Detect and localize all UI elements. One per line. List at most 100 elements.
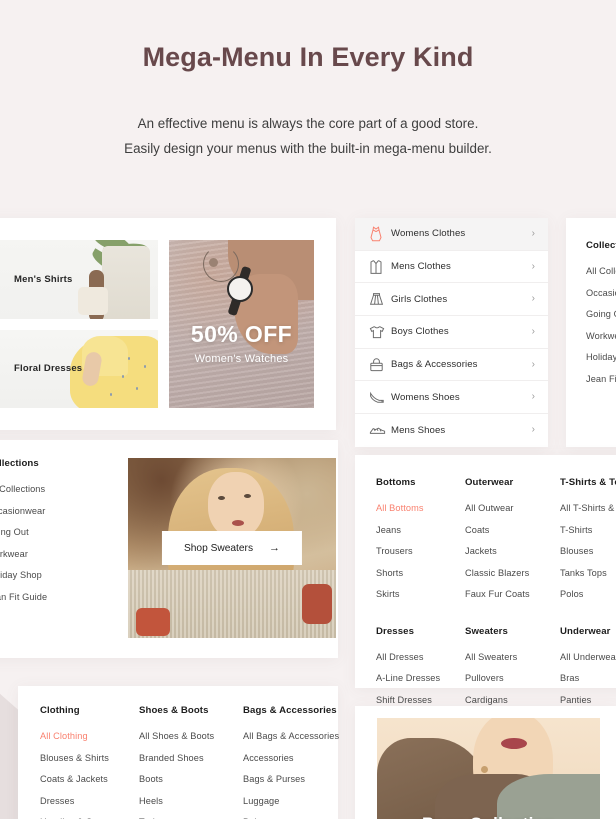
column-link[interactable]: Faux Fur Coats [465,589,560,599]
column-link[interactable]: All Sweaters [465,652,560,662]
column-link[interactable]: Dresses [40,796,139,806]
promo-watches-text: 50% OFF Women's Watches [169,321,314,365]
promo-label-floral-dresses: Floral Dresses [14,363,83,375]
skirt-icon [369,292,391,306]
page-stage: Mega-Menu In Every Kind An effective men… [0,0,616,819]
menu-item-mens-shoes[interactable]: Mens Shoes › [355,414,548,447]
column-link[interactable]: Tanks Tops [560,568,616,578]
column-link[interactable]: Accessories [243,753,339,763]
chevron-right-icon: › [531,227,535,239]
column-link[interactable]: Bras [560,673,616,683]
heel-shoe-icon [369,390,391,404]
collections-link[interactable]: Jean Fit Guide [0,592,90,602]
collections-heading: Collections [586,240,616,251]
collections-link[interactable]: Workwear [586,331,616,341]
column-link[interactable]: All Shoes & Boots [139,731,243,741]
sweater-promo-card[interactable]: Shop Sweaters → [128,458,336,638]
menu-item-girls-clothes[interactable]: Girls Clothes › [355,283,548,317]
chevron-right-icon: › [531,293,535,305]
column-heading: Bags & Accessories [243,705,337,716]
menu-item-mens-clothes[interactable]: Mens Clothes › [355,251,548,284]
column-link[interactable]: Blouses & Shirts [40,753,139,763]
column-heading: Shoes & Boots [139,705,209,716]
hero-subtitle: An effective menu is always the core par… [0,112,616,161]
column-link[interactable]: A-Line Dresses [376,673,465,683]
column-link[interactable]: Jeans [376,525,465,535]
column-link[interactable]: Shorts [376,568,465,578]
column-link[interactable]: Coats [465,525,560,535]
bags-collection-card[interactable]: Bags Collection [377,718,600,819]
mega-column-tshirts-tops: T-Shirts & Tops All T-Shirts & Tops T-Sh… [560,477,616,611]
shirt-icon [369,259,391,275]
column-link[interactable]: Coats & Jackets [40,774,139,784]
mega-menu-columns-panel: Bottoms All Bottoms Jeans Trousers Short… [355,455,616,748]
column-link[interactable]: Cardigans [465,695,560,705]
bottom-columns-panel: Clothing All Clothing Blouses & Shirts C… [18,686,339,819]
collections-link[interactable]: All Collections [0,484,90,494]
menu-item-boys-clothes[interactable]: Boys Clothes › [355,316,548,349]
menu-item-label: Bags & Accessories [391,359,478,371]
page-title: Mega-Menu In Every Kind [142,42,474,72]
menu-item-womens-clothes[interactable]: Womens Clothes › [355,218,548,251]
collections-link[interactable]: Holiday Shop [0,570,90,580]
collections-list-left: Collections All Collections Occasionwear… [0,458,90,658]
column-link[interactable]: Luggage [243,796,339,806]
collections-link[interactable]: Holiday Shop [586,352,616,362]
bags-collection-panel: Bags Collection [355,706,616,819]
mega-column-bottoms: Bottoms All Bottoms Jeans Trousers Short… [376,477,465,611]
column-link[interactable]: Trousers [376,546,465,556]
menu-item-label: Womens Shoes [391,391,460,403]
mega-column-outerwear: Outerwear All Outwear Coats Jackets Clas… [465,477,560,611]
column-link[interactable]: All Bags & Accessories [243,731,339,741]
column-link[interactable]: Classic Blazers [465,568,560,578]
column-link[interactable]: All Underwear [560,652,616,662]
column-link[interactable]: All T-Shirts & Tops [560,503,616,513]
column-link[interactable]: Polos [560,589,616,599]
column-link[interactable]: All Clothing [40,731,139,741]
bottom-column-bags-accessories: Bags & Accessories All Bags & Accessorie… [243,705,339,819]
tshirt-icon [369,325,391,339]
chevron-right-icon: › [531,260,535,272]
column-heading: Underwear [560,625,611,637]
menu-item-label: Mens Clothes [391,261,451,273]
column-link[interactable]: Blouses [560,546,616,556]
collections-link[interactable]: Going Out [586,309,616,319]
collections-link[interactable]: All Collections [586,266,616,276]
promo-images-panel: Men's Shirts Floral Dresses 50% OFF Wome… [0,218,336,430]
collections-link[interactable]: Workwear [0,549,90,559]
column-link[interactable]: Heels [139,796,243,806]
bottom-column-clothing: Clothing All Clothing Blouses & Shirts C… [40,705,139,819]
promo-watches-headline: 50% OFF [190,320,293,347]
collections-link[interactable]: Occasionwear [0,506,90,516]
hero-subtitle-line-2: Easily design your menus with the built-… [124,140,492,156]
column-link[interactable]: Shift Dresses [376,695,465,705]
promo-card-floral-dresses[interactable]: Floral Dresses [0,329,158,408]
collections-link[interactable]: Jean Fit Guide [586,374,616,384]
column-heading: T-Shirts & Tops [560,477,616,488]
promo-card-mens-shirts[interactable]: Men's Shirts [0,240,158,319]
column-heading: Outerwear [465,477,514,488]
promo-card-womens-watches[interactable]: 50% OFF Women's Watches [169,240,314,408]
column-link[interactable]: Jackets [465,546,560,556]
menu-item-label: Boys Clothes [391,326,449,338]
column-link[interactable]: All Bottoms [376,503,465,513]
column-link[interactable]: T-Shirts [560,525,616,535]
column-link[interactable]: Skirts [376,589,465,599]
menu-item-bags-accessories[interactable]: Bags & Accessories › [355,349,548,382]
column-heading: Dresses [376,625,415,637]
collections-link[interactable]: Occasionwear [586,288,616,298]
column-link[interactable]: All Outwear [465,503,560,513]
shop-sweaters-button[interactable]: Shop Sweaters → [161,531,303,565]
shop-sweaters-label: Shop Sweaters [183,542,254,554]
column-link[interactable]: Bags & Purses [243,774,339,784]
column-link[interactable]: Pullovers [465,673,560,683]
column-link[interactable]: Branded Shoes [139,753,243,763]
column-link[interactable]: Panties [560,695,616,705]
chevron-right-icon: › [531,391,535,403]
column-link[interactable]: All Dresses [376,652,465,662]
collections-link[interactable]: Going Out [0,527,90,537]
menu-item-label: Girls Clothes [391,293,448,305]
menu-item-label: Mens Shoes [391,424,446,436]
menu-item-womens-shoes[interactable]: Womens Shoes › [355,381,548,415]
column-link[interactable]: Boots [139,774,243,784]
